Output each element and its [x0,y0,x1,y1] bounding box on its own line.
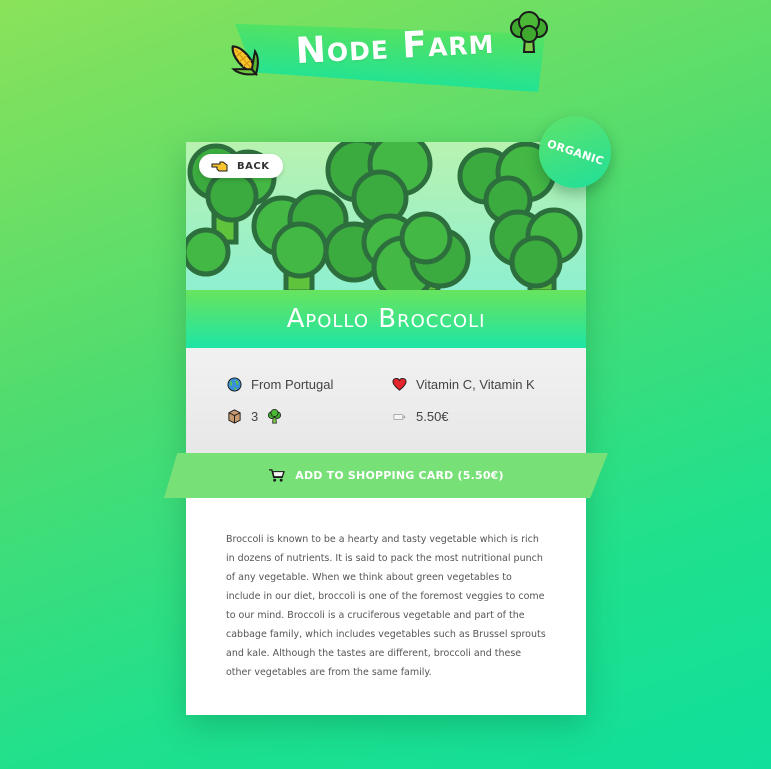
back-button-label: BACK [237,160,270,172]
product-quantity: 3 [227,409,282,424]
product-name: Apollo Broccoli [286,304,486,334]
organic-badge: ORGANIC [539,116,611,188]
product-title-bar: Apollo Broccoli [186,290,586,348]
product-price: 5.50€ [392,409,449,424]
add-to-cart-button[interactable]: ADD TO SHOPPING CARD (5.50€) [164,453,608,498]
price-text: 5.50€ [416,409,449,424]
corn-icon [231,45,259,77]
organic-badge-label: ORGANIC [545,136,605,168]
product-origin: From Portugal [227,377,333,392]
broccoli-icon [510,11,548,53]
back-button[interactable]: BACK [199,154,284,178]
nutrients-text: Vitamin C, Vitamin K [416,377,535,392]
product-card: BACK ORGANIC Apollo Broccoli From Portug… [186,116,611,715]
product-nutrients: Vitamin C, Vitamin K [392,377,535,392]
pointing-hand-icon [211,161,228,172]
product-description: Broccoli is known to be a hearty and tas… [226,534,546,678]
origin-text: From Portugal [251,377,334,392]
add-to-cart-button-content: ADD TO SHOPPING CARD (5.50€) [164,453,608,498]
shopping-cart-icon [269,469,286,482]
add-to-cart-label: ADD TO SHOPPING CARD (5.50€) [295,469,504,482]
quantity-text: 3 [251,409,259,424]
price-tag-icon [393,414,406,420]
site-logo[interactable]: Node Farm [218,10,558,100]
box-icon [228,409,241,424]
globe-icon [227,377,242,392]
broccoli-icon [268,409,282,424]
heart-icon [392,377,407,391]
